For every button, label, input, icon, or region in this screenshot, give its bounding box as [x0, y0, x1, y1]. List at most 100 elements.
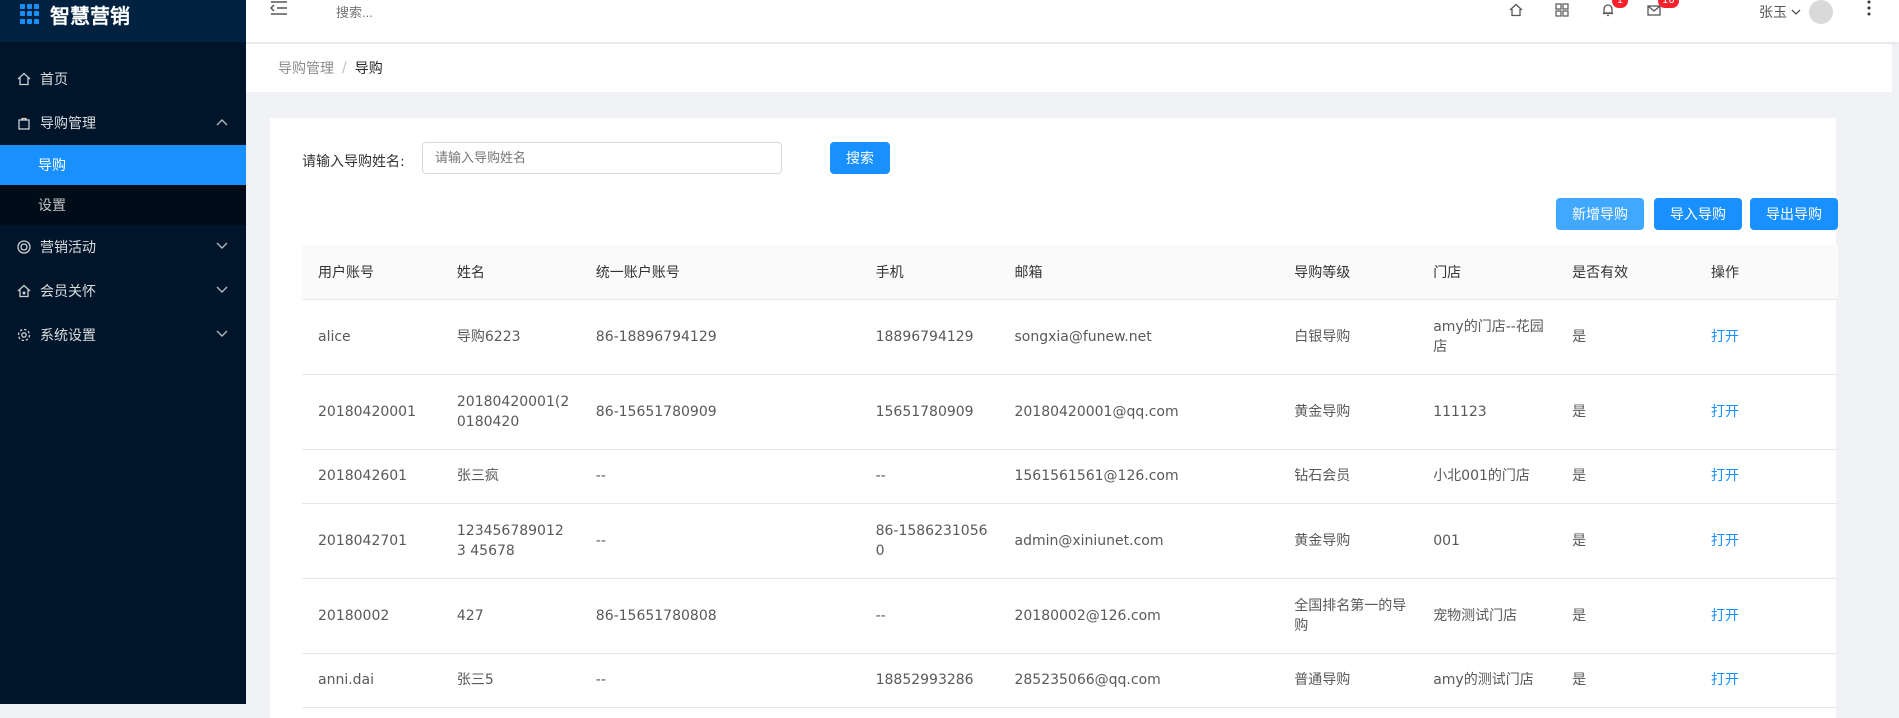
cell-account: anni.dai — [302, 653, 441, 708]
cell-store: 001 — [1417, 503, 1557, 579]
search-button[interactable]: 搜索 — [830, 142, 890, 174]
home-icon — [16, 71, 32, 87]
notification-badge: 1 — [1612, 0, 1628, 8]
sidebar-item-label: 营销活动 — [40, 240, 96, 256]
open-link[interactable]: 打开 — [1711, 672, 1739, 688]
user-name: 张玉 — [1759, 5, 1787, 21]
cell-unified-account: 86-18896794129 — [579, 299, 860, 375]
table-row: 20180420001 20180420001(20180420 86-1565… — [302, 374, 1838, 450]
cell-valid: 是 — [1556, 578, 1695, 654]
cell-valid: 是 — [1556, 653, 1695, 708]
sidebar-item-label: 导购管理 — [40, 116, 96, 132]
cell-level: 黄金导购 — [1278, 374, 1418, 450]
cell-email: 285235066@qq.com — [998, 653, 1279, 708]
cell-valid: 是 — [1556, 299, 1695, 375]
gear-icon — [16, 327, 32, 343]
search-input[interactable] — [336, 2, 536, 22]
open-link[interactable]: 打开 — [1711, 468, 1739, 484]
sidebar-item-label: 首页 — [40, 72, 68, 88]
column-header: 门店 — [1417, 245, 1557, 300]
cell-store: amy的测试门店 — [1417, 653, 1557, 708]
sidebar-item-settings[interactable]: 设置 — [0, 185, 246, 225]
export-guide-button[interactable]: 导出导购 — [1750, 198, 1838, 230]
open-link[interactable]: 打开 — [1711, 533, 1739, 549]
cell-unified-account: -- — [579, 503, 860, 579]
import-guide-button[interactable]: 导入导购 — [1654, 198, 1742, 230]
table-row: alice 导购6223 86-18896794129 18896794129 … — [302, 299, 1838, 375]
breadcrumb-parent[interactable]: 导购管理 — [278, 58, 334, 78]
column-header: 用户账号 — [302, 245, 441, 300]
chevron-down-icon — [216, 242, 228, 253]
user-menu[interactable]: 张玉 — [1759, 0, 1833, 24]
home-heart-icon — [16, 283, 32, 299]
cell-email: 1561561561@126.com — [998, 449, 1279, 504]
bag-icon — [16, 115, 32, 131]
cell-operation: 打开 — [1694, 653, 1838, 708]
breadcrumb: 导购管理 / 导购 — [246, 44, 1892, 92]
bell-icon[interactable]: 1 — [1598, 0, 1628, 20]
table-row: 20180002 427 86-15651780808 -- 20180002@… — [302, 578, 1838, 654]
cell-phone: 15651780909 — [859, 374, 999, 450]
cell-operation: 打开 — [1694, 374, 1838, 450]
sidebar-item-label: 会员关怀 — [40, 284, 96, 300]
cell-unified-account: 86-15651780808 — [579, 578, 860, 654]
submenu-guide-management: 导购 设置 — [0, 145, 246, 225]
logo-text: 智慧营销 — [50, 3, 130, 28]
column-header: 统一账户账号 — [579, 245, 860, 300]
sidebar-item-guide-management[interactable]: 导购管理 — [0, 101, 246, 145]
cell-account: 20180002 — [302, 578, 441, 654]
sidebar-item-marketing[interactable]: 营销活动 — [0, 225, 246, 269]
chevron-up-icon — [216, 118, 228, 129]
guide-name-input[interactable] — [422, 142, 782, 174]
column-header: 姓名 — [440, 245, 580, 300]
cell-store: 111123 — [1417, 374, 1557, 450]
cell-phone: -- — [859, 578, 999, 654]
cell-email: songxia@funew.net — [998, 299, 1279, 375]
cell-phone: -- — [859, 449, 999, 504]
cell-store: amy的门店--花园店 — [1417, 299, 1557, 375]
sidebar-menu: 首页 导购管理 导购 设置 营销活动 会员关怀 系统设置 — [0, 57, 246, 357]
chevron-down-icon — [216, 330, 228, 341]
sidebar-item-guide[interactable]: 导购 — [0, 145, 246, 185]
cell-level: 普通导购 — [1278, 653, 1418, 708]
chevron-down-icon — [216, 286, 228, 297]
cell-level: 钻石会员 — [1278, 449, 1418, 504]
logo-grid-icon — [20, 4, 40, 24]
sidebar-item-home[interactable]: 首页 — [0, 57, 246, 101]
open-link[interactable]: 打开 — [1711, 329, 1739, 345]
column-header: 是否有效 — [1556, 245, 1695, 300]
cell-account: 2018042601 — [302, 449, 441, 504]
cell-unified-account: -- — [579, 653, 860, 708]
cell-unified-account: 86-15651780909 — [579, 374, 860, 450]
more-vertical-icon[interactable] — [1866, 0, 1872, 20]
column-header: 邮箱 — [998, 245, 1279, 300]
sidebar-item-label: 系统设置 — [40, 328, 96, 344]
avatar[interactable] — [1809, 0, 1833, 24]
cell-valid: 是 — [1556, 503, 1695, 579]
content-card: 请输入导购姓名: 搜索 新增导购 导入导购 导出导购 用户账号 姓名 统一账户账… — [270, 118, 1838, 718]
mail-icon[interactable]: 10 — [1644, 0, 1679, 20]
sidebar-item-member-care[interactable]: 会员关怀 — [0, 269, 246, 313]
cell-email: 20180002@126.com — [998, 578, 1279, 654]
cell-valid: 是 — [1556, 449, 1695, 504]
home-icon[interactable] — [1506, 0, 1526, 20]
cell-level: 黄金导购 — [1278, 503, 1418, 579]
cell-phone: 18896794129 — [859, 299, 999, 375]
table-header-row: 用户账号 姓名 统一账户账号 手机 邮箱 导购等级 门店 是否有效 操作 — [302, 245, 1838, 300]
breadcrumb-current: 导购 — [354, 61, 383, 77]
table-row: 2018042701 1234567890123 45678 -- 86-158… — [302, 503, 1838, 579]
app-logo[interactable]: 智慧营销 — [0, 0, 246, 42]
cell-phone: 18852993286 — [859, 653, 999, 708]
cell-account: alice — [302, 299, 441, 375]
target-icon — [16, 239, 32, 255]
cell-name: 张三疯 — [440, 449, 580, 504]
cell-operation: 打开 — [1694, 299, 1838, 375]
sidebar-item-system-settings[interactable]: 系统设置 — [0, 313, 246, 357]
open-link[interactable]: 打开 — [1711, 404, 1739, 420]
apps-grid-icon[interactable] — [1552, 0, 1572, 20]
cell-email: 20180420001@qq.com — [998, 374, 1279, 450]
open-link[interactable]: 打开 — [1711, 608, 1739, 624]
menu-fold-icon[interactable] — [270, 0, 290, 20]
add-guide-button[interactable]: 新增导购 — [1556, 198, 1644, 230]
cell-name: 导购6223 — [440, 299, 580, 375]
